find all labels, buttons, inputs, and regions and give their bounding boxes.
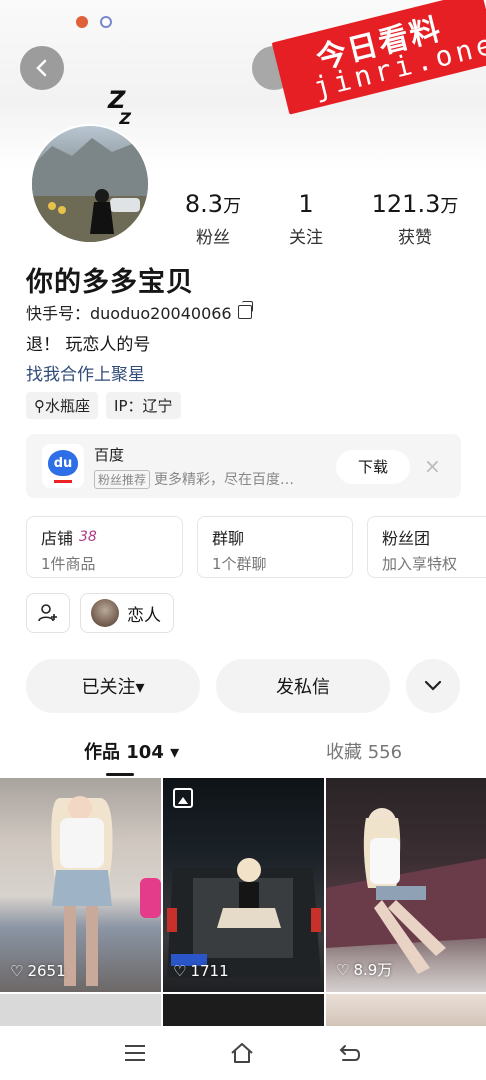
sleep-decoration: ZZ xyxy=(108,86,131,128)
lover-avatar xyxy=(91,599,119,627)
like-count: ♡ 1711 xyxy=(173,962,229,980)
back-button[interactable] xyxy=(20,46,64,90)
tab-works[interactable]: 作品 104 ▾ xyxy=(84,738,179,776)
video-tile[interactable]: ♡ 8.9万 xyxy=(326,778,486,992)
system-nav-bar xyxy=(0,1026,486,1080)
like-count: ♡ 8.9万 xyxy=(336,960,393,980)
menu-icon[interactable] xyxy=(122,1040,148,1066)
ad-banner[interactable]: du 百度 粉丝推荐 更多精彩，尽在百度… 下载 × xyxy=(26,434,461,498)
like-count: ♡ 2651 xyxy=(10,962,66,980)
image-icon xyxy=(173,788,193,808)
ad-subtitle: 粉丝推荐 更多精彩，尽在百度… xyxy=(94,469,294,489)
tag-ip: IP：辽宁 xyxy=(106,392,181,419)
stats-row: 8.3万 粉丝 1 关注 121.3万 获赞 xyxy=(170,190,474,248)
stat-fans[interactable]: 8.3万 粉丝 xyxy=(170,190,256,248)
tag-zodiac[interactable]: ⚲水瓶座 xyxy=(26,392,99,419)
close-icon[interactable]: × xyxy=(424,454,441,478)
video-tile[interactable] xyxy=(0,994,161,1026)
video-grid-row-2 xyxy=(0,994,486,1026)
stat-following[interactable]: 1 关注 xyxy=(256,190,356,248)
video-tile[interactable]: ♡ 2651 xyxy=(0,778,161,992)
heart-icon: ♡ xyxy=(10,962,24,980)
video-grid: ♡ 2651 ♡ 1711 ♡ 8.9万 xyxy=(0,778,486,992)
home-icon[interactable] xyxy=(229,1040,255,1066)
status-icons xyxy=(76,16,112,28)
avatar-photo xyxy=(32,138,148,242)
video-thumbnail xyxy=(167,858,321,978)
tab-collection[interactable]: 收藏 556 xyxy=(326,738,402,764)
followed-button[interactable]: 已关注▾ xyxy=(26,659,200,713)
content-tabs: 作品 104 ▾ 收藏 556 xyxy=(0,730,486,776)
video-tile[interactable] xyxy=(163,994,324,1026)
copy-icon[interactable] xyxy=(237,301,253,319)
avatar[interactable] xyxy=(30,124,150,244)
chevron-left-icon xyxy=(36,59,47,77)
message-button[interactable]: 发私信 xyxy=(216,659,390,713)
search-icon: ⚲ xyxy=(34,397,45,415)
more-button[interactable] xyxy=(406,659,460,713)
heart-icon: ♡ xyxy=(173,962,187,980)
feature-cards: 店铺 38 1件商品 群聊 1个群聊 粉丝团 加入享特权 xyxy=(26,516,486,578)
card-fan-club[interactable]: 粉丝团 加入享特权 xyxy=(367,516,486,578)
kuaishou-id[interactable]: 快手号：duoduo20040066 xyxy=(26,300,253,324)
add-friend-button[interactable] xyxy=(26,593,70,633)
video-thumbnail xyxy=(51,796,161,986)
relation-row: 恋人 xyxy=(26,593,174,633)
action-buttons: 已关注▾ 发私信 xyxy=(26,659,460,713)
baidu-logo-icon: du xyxy=(42,444,84,488)
video-tile[interactable]: ♡ 1711 xyxy=(163,778,324,992)
add-user-icon xyxy=(38,604,57,622)
back-nav-icon[interactable] xyxy=(337,1040,363,1066)
profile-tags: ⚲水瓶座 IP：辽宁 xyxy=(26,392,181,419)
ad-title: 百度 xyxy=(94,446,125,464)
card-group-chat[interactable]: 群聊 1个群聊 xyxy=(197,516,353,578)
ad-download-button[interactable]: 下载 xyxy=(336,450,410,484)
profile-bio: 退！ 玩恋人的号 xyxy=(26,335,151,355)
card-shop[interactable]: 店铺 38 1件商品 xyxy=(26,516,183,578)
stat-likes[interactable]: 121.3万 获赞 xyxy=(356,190,474,248)
video-tile[interactable] xyxy=(326,994,486,1026)
heart-icon: ♡ xyxy=(336,960,350,979)
profile-name: 你的多多宝贝 xyxy=(26,267,194,298)
chevron-down-icon xyxy=(424,680,442,691)
bio-link[interactable]: 找我合作上聚星 xyxy=(26,360,145,385)
lover-chip[interactable]: 恋人 xyxy=(80,593,174,633)
